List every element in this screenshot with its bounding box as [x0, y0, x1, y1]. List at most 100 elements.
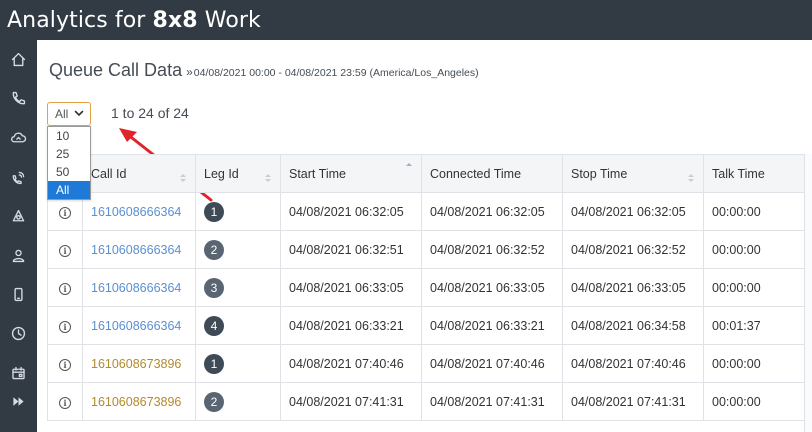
column-header-leg-id[interactable]: Leg Id — [195, 154, 281, 193]
page-size-select[interactable]: All — [47, 102, 91, 126]
start-time-cell: 04/08/2021 07:41:31 — [280, 382, 422, 421]
sidebar-item-phone[interactable] — [0, 83, 37, 113]
column-header-label: Start Time — [289, 166, 346, 181]
column-header-stop-time[interactable]: Stop Time — [562, 154, 704, 193]
brand-suffix: Work — [197, 7, 261, 33]
connected-time-cell: 04/08/2021 06:33:21 — [421, 306, 563, 345]
page-size-option[interactable]: 50 — [48, 163, 90, 181]
leg-id-cell: 1 — [195, 344, 281, 383]
column-header-label: Stop Time — [571, 166, 628, 181]
leg-id-cell: 4 — [195, 306, 281, 345]
sidebar-item-expand[interactable] — [0, 386, 37, 416]
call-id-cell: 1610608666364 — [82, 230, 196, 269]
column-header-call-id[interactable]: Call Id — [82, 154, 196, 193]
stop-time-cell: 04/08/2021 06:32:52 — [562, 230, 704, 269]
group-calls-icon — [12, 171, 25, 184]
clock-icon — [11, 326, 26, 340]
stop-time-cell: 04/08/2021 06:33:05 — [562, 268, 704, 307]
date-range-text: 04/08/2021 00:00 - 04/08/2021 23:59 (Ame… — [193, 67, 479, 79]
calendar-icon — [12, 366, 25, 379]
sidebar-item-calendar[interactable] — [0, 358, 37, 388]
leg-id-badge: 1 — [204, 353, 224, 374]
stop-time-cell: 04/08/2021 06:32:05 — [562, 192, 704, 231]
talk-time-cell: 00:00:00 — [703, 230, 812, 269]
table-row[interactable]: i 1610608666364 3 04/08/2021 06:33:05 04/08/… — [47, 268, 812, 307]
call-id-cell: 1610608673896 — [82, 344, 196, 383]
sort-icon — [265, 174, 271, 182]
column-header-label: Talk Time — [712, 166, 765, 181]
table-row[interactable]: i 1610608666364 4 04/08/2021 06:33:21 04/08/… — [47, 306, 812, 345]
call-id-link[interactable]: 1610608673896 — [91, 395, 181, 409]
table-row[interactable]: i 1610608673896 2 04/08/2021 07:41:31 04/08/… — [47, 382, 812, 421]
connected-time-cell: 04/08/2021 07:41:31 — [421, 382, 563, 421]
leg-id-badge: 4 — [204, 315, 224, 336]
talk-time-cell: 00:00:00 — [703, 192, 812, 231]
sidebar-item-cloud[interactable] — [0, 122, 37, 152]
info-icon[interactable]: i — [59, 282, 71, 295]
leg-id-badge: 3 — [204, 277, 224, 298]
leg-id-badge: 1 — [204, 201, 224, 222]
connected-time-cell: 04/08/2021 06:32:52 — [421, 230, 563, 269]
page-size-option[interactable]: 10 — [48, 127, 90, 145]
column-header-label: Connected Time — [430, 166, 522, 181]
user-icon — [12, 249, 25, 262]
start-time-cell: 04/08/2021 07:40:46 — [280, 344, 422, 383]
info-icon[interactable]: i — [59, 320, 71, 333]
table-row[interactable]: i 1610608666364 1 04/08/2021 06:32:05 04/08/… — [47, 192, 812, 231]
home-icon — [11, 52, 26, 66]
call-id-link[interactable]: 1610608666364 — [91, 243, 181, 257]
leg-id-cell: 1 — [195, 192, 281, 231]
table-row[interactable]: i 1610608673896 1 04/08/2021 07:40:46 04/08/… — [47, 344, 812, 383]
table-header-row: Call Id Leg Id Start Time Connected Time… — [47, 154, 812, 193]
column-header-talk-time[interactable]: Talk Time — [703, 154, 812, 193]
date-range: »04/08/2021 00:00 - 04/08/2021 23:59 (Am… — [186, 65, 479, 79]
start-time-cell: 04/08/2021 06:33:21 — [280, 306, 422, 345]
leg-id-cell: 3 — [195, 268, 281, 307]
call-data-table: Call Id Leg Id Start Time Connected Time… — [47, 154, 812, 421]
top-bar: Analytics for 8x8 Work — [0, 0, 812, 40]
call-id-cell: 1610608666364 — [82, 306, 196, 345]
column-header-connected-time[interactable]: Connected Time — [421, 154, 563, 193]
chevron-down-icon — [74, 110, 84, 117]
table-scrollbar[interactable] — [804, 154, 812, 432]
info-cell: i — [47, 306, 83, 345]
column-header-start-time[interactable]: Start Time — [280, 154, 422, 193]
page-size-value: All — [55, 107, 69, 121]
connected-time-cell: 04/08/2021 07:40:46 — [421, 344, 563, 383]
pagination-info: 1 to 24 of 24 — [111, 105, 189, 121]
leg-id-cell: 2 — [195, 382, 281, 421]
info-cell: i — [47, 382, 83, 421]
column-header-label: Call Id — [91, 166, 127, 181]
sidebar-item-home[interactable] — [0, 44, 37, 74]
brand-logo: Analytics for 8x8 Work — [7, 8, 261, 33]
brand-prefix: Analytics for — [7, 7, 153, 33]
sidebar-item-mobile[interactable] — [0, 279, 37, 309]
sidebar-item-clock[interactable] — [0, 318, 37, 348]
table-body: i 1610608666364 1 04/08/2021 06:32:05 04/08/… — [47, 192, 812, 421]
info-icon[interactable]: i — [59, 396, 71, 409]
call-id-link[interactable]: 1610608666364 — [91, 319, 181, 333]
sidebar-item-queues[interactable] — [0, 201, 37, 231]
info-icon[interactable]: i — [59, 206, 71, 219]
start-time-cell: 04/08/2021 06:32:51 — [280, 230, 422, 269]
sort-ascending-icon — [406, 163, 412, 166]
page-size-option[interactable]: 25 — [48, 145, 90, 163]
phone-icon — [12, 91, 26, 104]
date-range-glyph: » — [186, 65, 193, 79]
table-row[interactable]: i 1610608666364 2 04/08/2021 06:32:51 04/08/… — [47, 230, 812, 269]
call-id-link[interactable]: 1610608666364 — [91, 205, 181, 219]
sidebar-item-user[interactable] — [0, 240, 37, 270]
info-icon[interactable]: i — [59, 244, 71, 257]
info-icon[interactable]: i — [59, 358, 71, 371]
sidebar-item-group-calls[interactable] — [0, 162, 37, 192]
call-id-link[interactable]: 1610608666364 — [91, 281, 181, 295]
stop-time-cell: 04/08/2021 07:41:31 — [562, 382, 704, 421]
page-size-option-selected[interactable]: All — [48, 181, 90, 199]
call-id-link[interactable]: 1610608673896 — [91, 357, 181, 371]
leg-id-cell: 2 — [195, 230, 281, 269]
sort-icon — [180, 174, 186, 182]
talk-time-cell: 00:01:37 — [703, 306, 812, 345]
title-row: Queue Call Data »04/08/2021 00:00 - 04/0… — [49, 60, 479, 81]
main-content: Queue Call Data »04/08/2021 00:00 - 04/0… — [37, 40, 812, 432]
info-cell: i — [47, 230, 83, 269]
